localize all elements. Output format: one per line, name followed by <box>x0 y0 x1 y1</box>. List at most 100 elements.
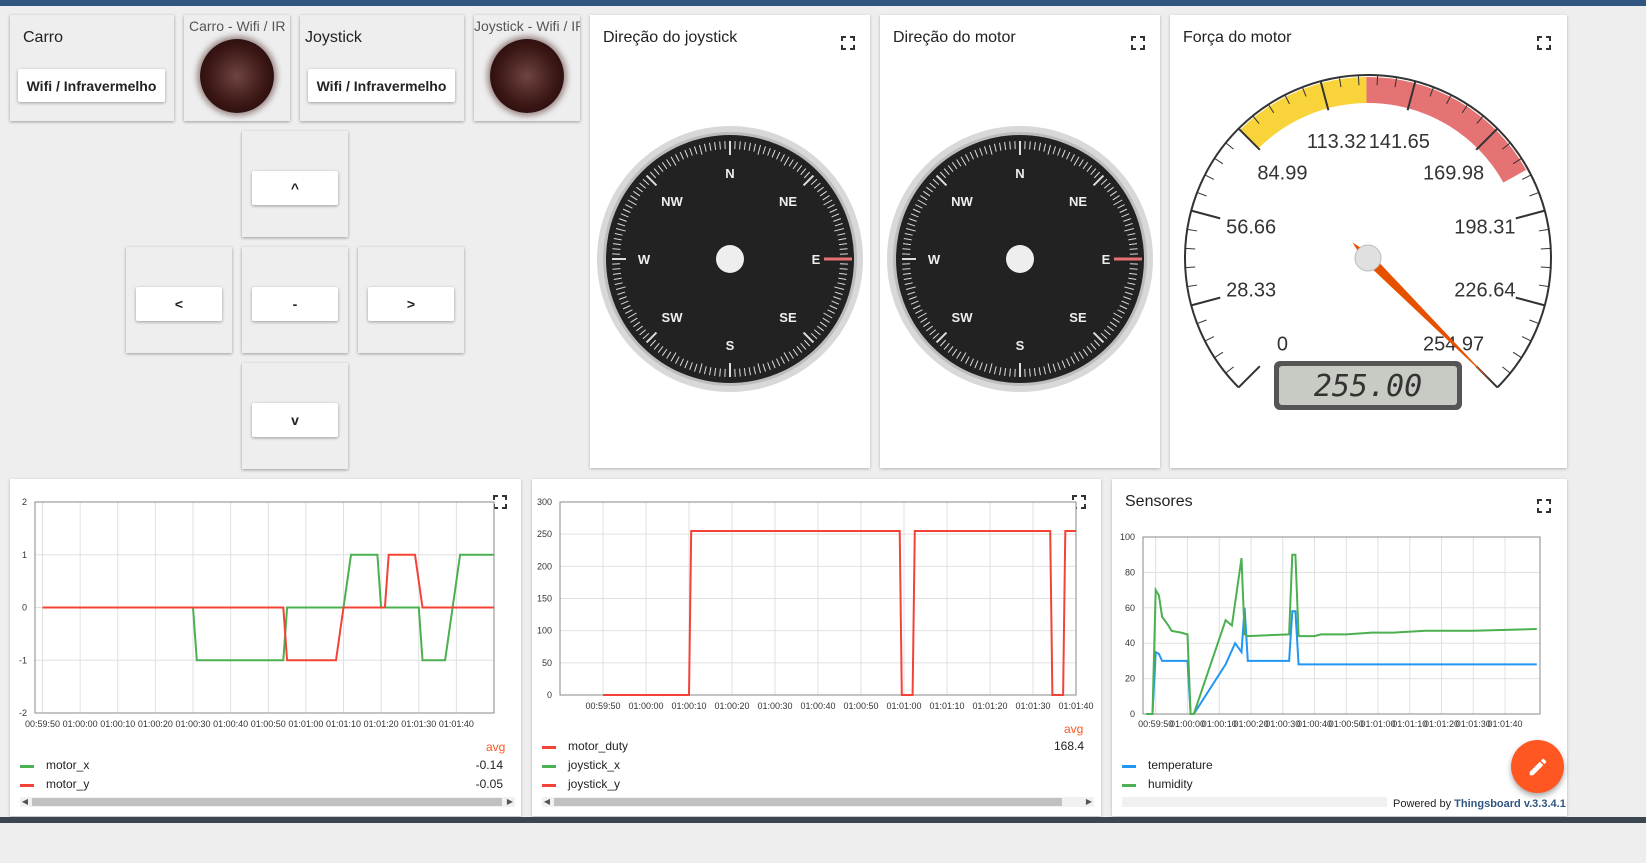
gauge-tick-label: 169.98 <box>1423 162 1484 184</box>
gauge-tick <box>1214 157 1224 165</box>
gauge-needle-hub <box>1354 244 1382 272</box>
scroll-left-icon[interactable]: ◀ <box>20 797 30 807</box>
carro-title: Carro <box>23 29 64 46</box>
gauge-tick <box>1187 284 1198 288</box>
scroll-right-icon[interactable]: ▶ <box>1084 797 1094 807</box>
chart-x-tick: 01:01:30 <box>1015 701 1050 711</box>
horizontal-scrollbar[interactable]: ◀ ▶ <box>20 797 515 807</box>
joystick-led-title: Joystick - Wifi / IR <box>474 18 580 34</box>
chart-x-tick: 00:59:50 <box>25 719 60 729</box>
chart-y-tick: 20 <box>1125 674 1135 684</box>
edit-dashboard-button[interactable] <box>1511 740 1564 793</box>
chart-x-tick: 01:00:00 <box>1170 719 1205 729</box>
legend-avg-value: -0.14 <box>475 758 503 772</box>
compass-tick <box>1009 368 1011 377</box>
gauge-tick <box>1237 365 1261 389</box>
compass-label-sw: SW <box>952 310 974 325</box>
chart-y-tick: 200 <box>537 561 552 571</box>
scrollbar-thumb[interactable] <box>32 798 502 806</box>
line-chart: 10080604020000:59:5001:00:0001:00:1001:0… <box>1120 532 1541 729</box>
chart-y-tick: -1 <box>19 655 27 665</box>
legend-label: joystick_y <box>568 777 621 791</box>
joystick-widget: Joystick Wifi / Infravermelho <box>300 15 464 121</box>
scroll-left-icon[interactable]: ◀ <box>542 797 552 807</box>
compass-label-w: W <box>638 252 651 267</box>
legend-avg-header: avg <box>486 740 506 754</box>
powered-by: Powered by Thingsboard v.3.3.4.1 <box>1393 798 1566 810</box>
legend-swatch <box>542 784 556 787</box>
control-stop-widget: - <box>242 247 348 353</box>
chart-x-tick: 01:00:40 <box>213 719 248 729</box>
legend-item-motor_y[interactable]: motor_y -0.05 <box>20 777 503 795</box>
chart-x-tick: 01:01:40 <box>1058 701 1093 711</box>
compass-motor-widget: Direção do motor N NE E SE S SW W NW <box>880 15 1160 468</box>
horizontal-scrollbar[interactable] <box>1122 797 1387 807</box>
line-chart: 210-1-200:59:50 01:00:00 01:00:10 01:00:20 0… <box>19 497 495 729</box>
chart-legend: temperature humidity <box>1122 758 1552 798</box>
compass-dial: N NE E SE S SW W NW <box>887 126 1153 392</box>
compass-label-nw: NW <box>661 194 683 209</box>
legend-item-joystick_y[interactable]: joystick_y <box>542 777 1084 795</box>
legend-swatch <box>1122 784 1136 787</box>
chart-x-tick: 01:00:00 <box>63 719 98 729</box>
up-button[interactable]: ^ <box>252 171 338 205</box>
chart-x-tick: 01:01:10 <box>326 719 361 729</box>
gauge-tick <box>1187 228 1198 232</box>
chart-legend: motor_duty 168.4 joystick_x joystick_y <box>542 739 1084 797</box>
compass-label-s: S <box>726 338 735 353</box>
legend-item-joystick_x[interactable]: joystick_x <box>542 758 1084 776</box>
chart-x-tick: 01:01:00 <box>886 701 921 711</box>
gauge-tick <box>1521 336 1532 342</box>
legend-item-motor_x[interactable]: motor_x -0.14 <box>20 758 503 776</box>
chart-y-tick: 60 <box>1125 603 1135 613</box>
compass-label-e: E <box>812 252 821 267</box>
joystick-mode-button[interactable]: Wifi / Infravermelho <box>308 69 455 102</box>
chart-x-tick: 01:01:00 <box>288 719 323 729</box>
down-button[interactable]: v <box>252 403 338 437</box>
compass-center <box>1006 245 1034 273</box>
compass-tick <box>902 248 911 250</box>
horizontal-scrollbar[interactable]: ◀ ▶ <box>542 797 1094 807</box>
right-button[interactable]: > <box>368 287 454 321</box>
scrollbar-thumb[interactable] <box>554 798 1062 806</box>
stop-button[interactable]: - <box>252 287 338 321</box>
chart-y-tick: 2 <box>22 497 27 507</box>
gauge-tick <box>1538 284 1549 288</box>
chart-x-tick: 00:59:50 <box>1138 719 1173 729</box>
legend-swatch <box>20 765 34 768</box>
brand-link[interactable]: Thingsboard v.3.3.4.1 <box>1454 798 1566 810</box>
gauge-tick <box>1185 247 1196 250</box>
compass-label-s: S <box>1016 338 1025 353</box>
compass-label-n: N <box>725 166 734 181</box>
compass-dial: N NE E SE S SW W NW <box>597 126 863 392</box>
gauge-tick-label: 84.99 <box>1257 162 1307 184</box>
legend-item-temperature[interactable]: temperature <box>1122 758 1552 776</box>
legend-item-motor_duty[interactable]: motor_duty 168.4 <box>542 739 1084 757</box>
compass-label-ne: NE <box>779 194 797 209</box>
legend-avg-value: 168.4 <box>1053 739 1084 753</box>
scroll-right-icon[interactable]: ▶ <box>505 797 515 807</box>
compass-center <box>716 245 744 273</box>
compass-tick <box>719 141 721 150</box>
compass-label-ne: NE <box>1069 194 1087 209</box>
gauge-tick <box>1376 75 1379 86</box>
chart-x-tick: 01:00:30 <box>175 719 210 729</box>
gauge-tick <box>1190 209 1221 220</box>
compass-tick <box>1009 141 1011 150</box>
chart-x-tick: 01:01:20 <box>1424 719 1459 729</box>
left-button[interactable]: < <box>136 287 222 321</box>
chart-x-tick: 01:01:10 <box>1392 719 1427 729</box>
gauge-tick <box>1540 266 1551 269</box>
legend-item-humidity[interactable]: humidity <box>1122 777 1552 795</box>
gauge-tick <box>1515 296 1546 307</box>
control-right-widget: > <box>358 247 464 353</box>
chart-y-tick: 80 <box>1125 567 1135 577</box>
chart-x-tick: 01:01:40 <box>1488 719 1523 729</box>
carro-mode-button[interactable]: Wifi / Infravermelho <box>18 69 165 102</box>
chart-x-tick: 01:01:10 <box>929 701 964 711</box>
chart-x-tick: 01:00:40 <box>1297 719 1332 729</box>
chart-x-tick: 00:59:50 <box>585 701 620 711</box>
joystick-led-indicator <box>490 39 564 113</box>
compass-tick <box>612 248 621 250</box>
powered-by-text: Powered by <box>1393 798 1452 810</box>
